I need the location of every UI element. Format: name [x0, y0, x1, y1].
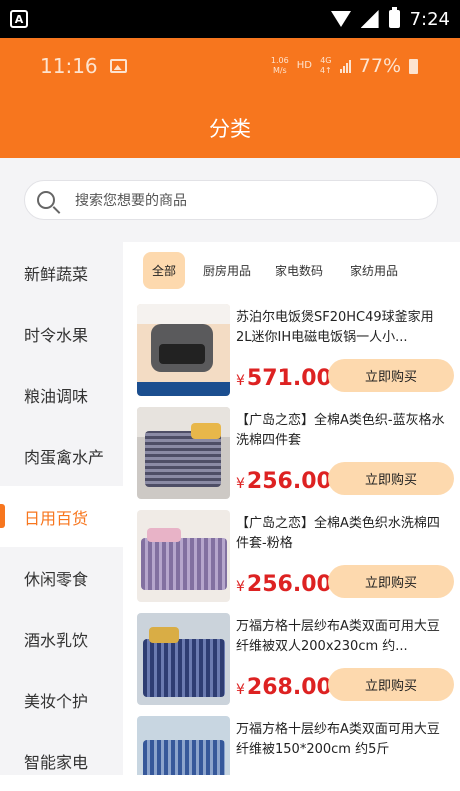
sidebar-item[interactable]: 粮油调味 [0, 364, 123, 425]
product-price: ¥268.00 [236, 675, 332, 700]
network-type: 4G 4↑ [319, 56, 332, 75]
sidebar-item-active[interactable]: 日用百货 [0, 486, 123, 547]
product-area: 全部 厨房用品 家电数码 家纺用品 苏泊尔电饭煲SF20HC49球釜家用2L迷你… [123, 242, 460, 775]
tab-all[interactable]: 全部 [143, 251, 186, 289]
sidebar-item[interactable]: 肉蛋禽水产 [0, 425, 123, 486]
product-image [137, 613, 230, 705]
sidebar-item[interactable]: 新鲜蔬菜 [0, 242, 123, 303]
buy-now-button[interactable]: 立即购买 [328, 359, 454, 392]
tab-kitchen[interactable]: 厨房用品 [203, 262, 251, 279]
search-area: 搜索您想要的商品 [0, 158, 460, 242]
inner-status-bar: 11:16 1.06 M/s HD 4G 4↑ 77% [40, 54, 418, 78]
tab-electronics[interactable]: 家电数码 [275, 262, 323, 279]
buy-now-button[interactable]: 立即购买 [328, 462, 454, 495]
product-price: ¥256.00 [236, 469, 332, 494]
subcategory-tabs: 全部 厨房用品 家电数码 家纺用品 [123, 242, 460, 298]
sidebar-item[interactable]: 时令水果 [0, 303, 123, 364]
battery-icon [388, 7, 400, 28]
notification-a-icon: A [10, 10, 28, 28]
sidebar-item[interactable]: 休闲零食 [0, 547, 123, 608]
network-speed: 1.06 M/s [270, 56, 289, 75]
battery-percent: 77% [358, 55, 401, 77]
product-card[interactable]: 万福方格十层纱布A类双面可用大豆纤维被150*200cm 约5斤 [137, 716, 455, 775]
signal-icon [360, 10, 379, 28]
product-card[interactable]: 万福方格十层纱布A类双面可用大豆纤维被双人200x230cm 约... ¥268… [137, 613, 455, 714]
inner-time: 11:16 [40, 54, 98, 78]
image-notification-icon [109, 59, 127, 73]
product-price: ¥256.00 [236, 572, 332, 597]
product-image [137, 304, 230, 396]
search-placeholder: 搜索您想要的商品 [75, 193, 187, 209]
product-card[interactable]: 【广岛之恋】全棉A类色织-蓝灰格水洗棉四件套 ¥256.00 立即购买 [137, 407, 455, 508]
tab-textiles[interactable]: 家纺用品 [350, 262, 398, 279]
page-title: 分类 [209, 117, 251, 141]
product-image [137, 716, 230, 775]
search-input[interactable]: 搜索您想要的商品 [24, 180, 438, 220]
sidebar-item[interactable]: 美妆个护 [0, 669, 123, 730]
product-name: 万福方格十层纱布A类双面可用大豆纤维被双人200x230cm 约... [236, 619, 440, 654]
system-time: 7:24 [409, 8, 450, 30]
buy-now-button[interactable]: 立即购买 [328, 565, 454, 598]
buy-now-button[interactable]: 立即购买 [328, 668, 454, 701]
product-name: 【广岛之恋】全棉A类色织-蓝灰格水洗棉四件套 [236, 413, 445, 448]
app-header: 11:16 1.06 M/s HD 4G 4↑ 77% 分类 [0, 38, 460, 158]
wifi-icon [330, 11, 351, 27]
product-name: 苏泊尔电饭煲SF20HC49球釜家用2L迷你IH电磁电饭锅一人小... [236, 310, 434, 345]
product-card[interactable]: 苏泊尔电饭煲SF20HC49球釜家用2L迷你IH电磁电饭锅一人小... ¥571… [137, 304, 455, 405]
search-icon [37, 191, 55, 209]
hd-indicator: HD [296, 60, 312, 71]
category-sidebar: 新鲜蔬菜 时令水果 粮油调味 肉蛋禽水产 日用百货 休闲零食 酒水乳饮 美妆个护… [0, 242, 123, 775]
product-image [137, 407, 230, 499]
product-image [137, 510, 230, 602]
sidebar-item[interactable]: 酒水乳饮 [0, 608, 123, 669]
product-name: 万福方格十层纱布A类双面可用大豆纤维被150*200cm 约5斤 [236, 722, 440, 757]
system-status-bar: A 7:24 [0, 0, 460, 38]
product-price: ¥571.00 [236, 366, 332, 391]
inner-battery-icon [409, 58, 418, 74]
signal-bars-icon [339, 59, 351, 73]
product-card[interactable]: 【广岛之恋】全棉A类色织水洗棉四件套-粉格 ¥256.00 立即购买 [137, 510, 455, 611]
sidebar-item[interactable]: 智能家电 [0, 730, 123, 791]
product-name: 【广岛之恋】全棉A类色织水洗棉四件套-粉格 [236, 516, 440, 551]
